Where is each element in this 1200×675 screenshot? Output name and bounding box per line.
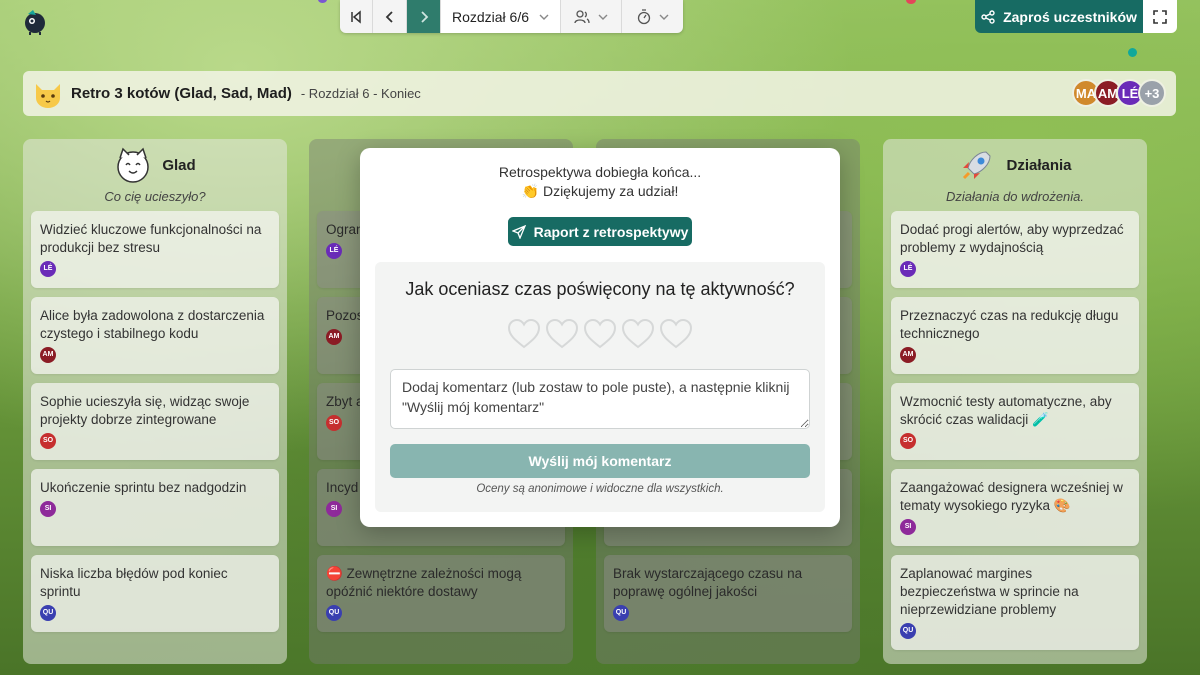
card-text: Zaangażować designera wcześniej w tematy…	[900, 480, 1123, 513]
participants-menu[interactable]	[561, 0, 622, 33]
card-author-avatar: AM	[900, 347, 916, 363]
card-author-avatar: SO	[40, 433, 56, 449]
comment-textarea[interactable]	[390, 369, 810, 429]
cat-icon	[36, 83, 60, 108]
retro-card[interactable]: Niska liczba błędów pod koniec sprintu QU	[31, 555, 279, 632]
retro-card[interactable]: Sophie ucieszyła się, widząc swoje proje…	[31, 383, 279, 460]
card-author-avatar: QU	[613, 605, 629, 621]
timer-icon	[637, 8, 650, 24]
skip-back-icon	[351, 9, 361, 24]
card-author-avatar: QU	[40, 605, 56, 621]
report-label: Raport z retrospektywy	[533, 223, 689, 240]
send-comment-label: Wyślij mój komentarz	[528, 453, 672, 469]
column-actions: Działania Działania do wdrożenia. Dodać …	[883, 139, 1147, 664]
chevron-down-icon	[659, 14, 668, 20]
first-chapter-button[interactable]	[340, 0, 373, 33]
chevron-down-icon	[598, 14, 608, 20]
retro-card[interactable]: Brak wystarczającego czasu na poprawę og…	[604, 555, 852, 632]
expand-icon	[1153, 9, 1167, 24]
presence-dot	[318, 0, 327, 3]
retro-card[interactable]: Zaplanować margines bezpieczeństwa w spr…	[891, 555, 1139, 650]
heart-rating	[375, 318, 825, 350]
rating-question: Jak oceniasz czas poświęcony na tę aktyw…	[405, 279, 795, 299]
retro-end-dialog: Retrospektywa dobiegła końca... 👏 Dzięku…	[360, 148, 840, 527]
heart-icon[interactable]	[545, 318, 579, 350]
retro-card[interactable]: ⛔ Zewnętrzne zależności mogą opóźnić nie…	[317, 555, 565, 632]
retro-header: Retro 3 kotów (Glad, Sad, Mad) - Rozdzia…	[23, 71, 1176, 116]
chevron-down-icon	[539, 14, 549, 20]
next-chapter-button[interactable]	[407, 0, 441, 33]
app-logo-icon[interactable]	[20, 6, 50, 36]
column-title: Działania	[1006, 156, 1072, 174]
retro-title: Retro 3 kotów (Glad, Sad, Mad)	[71, 85, 292, 102]
retro-card[interactable]: Alice była zadowolona z dostarczenia czy…	[31, 297, 279, 374]
card-author-avatar: QU	[900, 623, 916, 639]
timer-menu[interactable]	[622, 0, 683, 33]
navigation-toolbar: Rozdział 6/6	[340, 0, 683, 33]
column-subtitle: Działania do wdrożenia.	[945, 189, 1085, 204]
retro-card[interactable]: Widzieć kluczowe funkcjonalności na prod…	[31, 211, 279, 288]
happy-cat-icon	[117, 147, 150, 183]
card-text: Ukończenie sprintu bez nadgodzin	[40, 480, 247, 495]
retro-chapter-subtitle: - Rozdział 6 - Koniec	[300, 86, 421, 101]
rocket-icon	[963, 151, 991, 180]
card-text: Niska liczba błędów pod koniec sprintu	[40, 566, 228, 599]
card-text: Widzieć kluczowe funkcjonalności na prod…	[40, 222, 262, 255]
heart-icon[interactable]	[583, 318, 617, 350]
card-author-avatar: AM	[326, 329, 342, 345]
retro-card[interactable]: Przeznaczyć czas na redukcję długu techn…	[891, 297, 1139, 374]
retro-card[interactable]: Dodać progi alertów, aby wyprzedzać prob…	[891, 211, 1139, 288]
card-text: Alice była zadowolona z dostarczenia czy…	[40, 308, 265, 341]
share-icon	[981, 9, 995, 24]
avatar[interactable]: +3	[1138, 79, 1166, 107]
rating-panel: Jak oceniasz czas poświęcony na tę aktyw…	[375, 262, 825, 512]
chapter-label: Rozdział 6/6	[451, 8, 530, 25]
column-title: Glad	[162, 156, 196, 174]
chevron-right-icon	[420, 10, 428, 23]
chevron-left-icon	[385, 10, 393, 23]
column-subtitle: Co cię ucieszyło?	[104, 189, 206, 204]
heart-icon[interactable]	[507, 318, 541, 350]
send-icon	[511, 224, 526, 239]
card-author-avatar: LÉ	[900, 261, 916, 277]
users-icon	[574, 9, 590, 23]
card-author-avatar: LÉ	[40, 261, 56, 277]
card-text: Dodać progi alertów, aby wyprzedzać prob…	[900, 222, 1124, 255]
anonymous-note: Oceny są anonimowe i widoczne dla wszyst…	[476, 483, 724, 495]
card-author-avatar: SI	[900, 519, 916, 535]
status-dot	[1128, 48, 1137, 57]
invite-participants-button[interactable]: Zaproś uczestników	[975, 0, 1143, 33]
report-button[interactable]: Raport z retrospektywy	[508, 217, 692, 246]
participant-avatars[interactable]: MA AM LÉ +3	[1072, 79, 1166, 107]
card-author-avatar: QU	[326, 605, 342, 621]
card-author-avatar: AM	[40, 347, 56, 363]
card-author-avatar: SO	[326, 415, 342, 431]
card-author-avatar: SO	[900, 433, 916, 449]
card-text: Wzmocnić testy automatyczne, aby skrócić…	[900, 394, 1112, 427]
presence-dot	[906, 0, 916, 4]
retro-card[interactable]: Ukończenie sprintu bez nadgodzin SI	[31, 469, 279, 546]
chapter-select[interactable]: Rozdział 6/6	[441, 0, 561, 33]
card-text: Zaplanować margines bezpieczeństwa w spr…	[900, 566, 1079, 617]
retro-card[interactable]: Wzmocnić testy automatyczne, aby skrócić…	[891, 383, 1139, 460]
card-text: Brak wystarczającego czasu na poprawę og…	[613, 566, 803, 599]
send-comment-button[interactable]: Wyślij mój komentarz	[390, 444, 810, 478]
card-text: Przeznaczyć czas na redukcję długu techn…	[900, 308, 1119, 341]
thank-you-text: 👏 Dziękujemy za udział!	[521, 183, 679, 199]
heart-icon[interactable]	[621, 318, 655, 350]
retro-card[interactable]: Zaangażować designera wcześniej w tematy…	[891, 469, 1139, 546]
column-glad: Glad Co cię ucieszyło? Widzieć kluczowe …	[23, 139, 287, 664]
fullscreen-button[interactable]	[1143, 0, 1177, 33]
card-author-avatar: LÉ	[326, 243, 342, 259]
card-author-avatar: SI	[40, 501, 56, 517]
card-text: Sophie ucieszyła się, widząc swoje proje…	[40, 394, 250, 427]
card-text: ⛔ Zewnętrzne zależności mogą opóźnić nie…	[326, 566, 522, 599]
invite-label: Zaproś uczestników	[1003, 8, 1137, 25]
previous-chapter-button[interactable]	[373, 0, 407, 33]
heart-icon[interactable]	[659, 318, 693, 350]
card-author-avatar: SI	[326, 501, 342, 517]
retro-ended-text: Retrospektywa dobiegła końca...	[498, 164, 702, 180]
